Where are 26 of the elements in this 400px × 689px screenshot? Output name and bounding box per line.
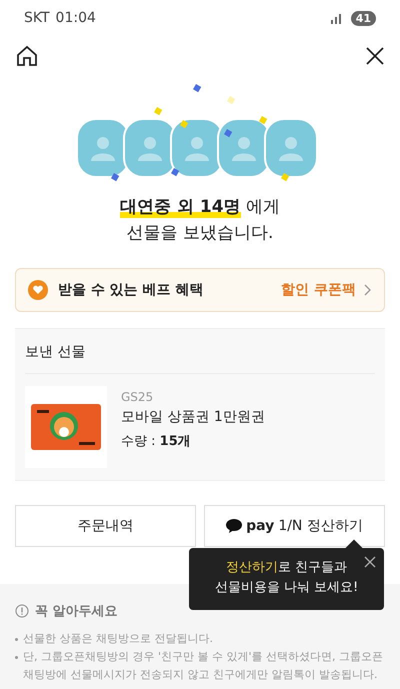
product-name: 모바일 상품권 1만원권	[121, 408, 265, 426]
close-icon[interactable]	[364, 556, 376, 568]
order-history-button[interactable]: 주문내역	[15, 505, 196, 547]
notice-title: 꼭 알아두세요	[35, 603, 118, 620]
info-icon	[15, 604, 29, 618]
close-icon[interactable]	[366, 47, 384, 65]
brand-name: GS25	[121, 390, 154, 404]
benefit-banner[interactable]: 받을 수 있는 베프 혜택 할인 쿠폰팩	[15, 268, 385, 312]
battery-level: 41	[350, 10, 376, 26]
benefit-label: 받을 수 있는 베프 혜택	[58, 281, 204, 299]
quantity: 수량 : 15개	[121, 433, 192, 450]
chevron-right-icon	[364, 284, 372, 296]
split-pay-button[interactable]: pay 1/N 정산하기	[204, 505, 385, 547]
clock: 01:04	[56, 10, 96, 26]
notice-text: 단, 그룹오픈채팅방의 경우 '친구만 볼 수 있게'를 선택하셨다면, 그룹오픈채팅방에 선물메시지가 전송되지 않고 친구에게만 알림톡이 발송됩니다.	[23, 649, 384, 683]
home-icon[interactable]	[16, 45, 38, 67]
carrier: SKT	[24, 10, 50, 26]
section-heading: 보낸 선물	[25, 329, 375, 374]
bullet-icon	[15, 638, 18, 641]
notice-text: 선물한 상품은 채팅방으로 전달됩니다.	[23, 631, 213, 647]
sent-message: 대연중 외 14명 에게 선물을 보냈습니다.	[119, 196, 281, 245]
heart-badge-icon	[28, 280, 48, 300]
avatar	[264, 118, 318, 178]
speech-bubble-icon	[226, 519, 242, 533]
tooltip-text: 정산하기 로 친구들과 선물비용을 나눠 보세요!	[214, 559, 360, 597]
bullet-icon	[15, 656, 18, 659]
